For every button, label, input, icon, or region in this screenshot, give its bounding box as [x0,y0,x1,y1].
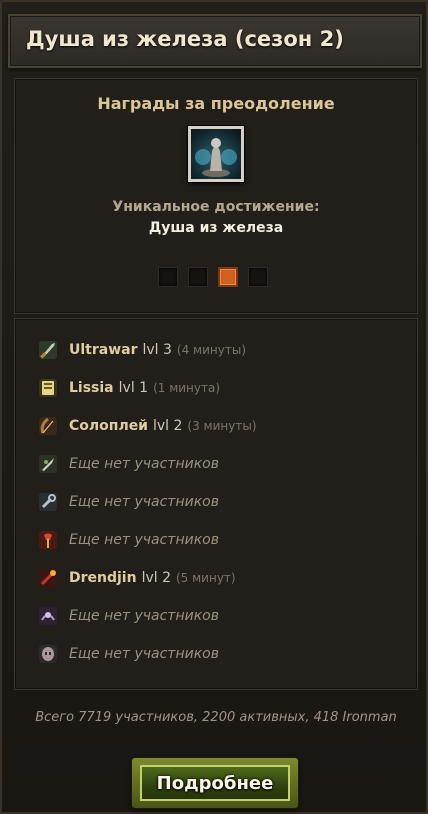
pager-dot[interactable] [248,267,268,287]
no-participants-text: Еще нет участников [69,456,219,472]
player-row[interactable]: Еще нет участников [35,601,219,631]
player-time: (4 минуты) [176,343,246,357]
player-time: (5 минут) [176,571,236,585]
player-row[interactable]: Lissia lvl 1 (1 минута) [35,373,220,403]
player-row[interactable]: Ultrawar lvl 3 (4 минуты) [35,335,246,365]
reward-pager [158,267,268,289]
player-name[interactable]: Lissia [69,380,114,396]
player-row[interactable]: Drendjin lvl 2 (5 минут) [35,563,236,593]
rewards-title: Награды за преодоление [97,94,335,113]
rogue-dagger-icon [35,451,61,477]
player-name[interactable]: Drendjin [69,570,137,586]
no-participants-text: Еще нет участников [69,494,219,510]
player-name[interactable]: Солоплей [69,418,148,434]
player-row[interactable]: Еще нет участников [35,639,219,669]
players-panel: Ultrawar lvl 3 (4 минуты) Lissia lvl 1 (1 мин… [14,318,418,690]
player-time: (3 минуты) [187,419,257,433]
player-level: lvl 2 [153,418,183,434]
participants-stats: Всего 7719 участников, 2200 активных, 41… [35,710,397,725]
achievement-name: Душа из железа [148,220,284,236]
ranger-bow-icon [35,413,61,439]
window-title: Душа из железа (сезон 2) [26,27,344,51]
player-level: lvl 1 [118,380,149,396]
player-level: lvl 2 [141,570,171,586]
achievement-label: Уникальное достижение: [112,199,320,215]
details-button[interactable]: Подробнее [140,765,290,801]
paladin-book-icon [35,375,61,401]
pager-dot[interactable] [158,267,178,287]
rewards-panel: Награды за преодоление Уникальное достиж… [14,78,418,314]
engineer-wrench-icon [35,489,61,515]
player-level: lvl 3 [142,342,172,358]
pager-dot[interactable] [218,267,238,287]
necromancer-claw-icon [35,603,61,629]
player-row[interactable]: Еще нет участников [35,449,219,479]
player-row[interactable]: Солоплей lvl 2 (3 минуты) [35,411,257,441]
player-time: (1 минута) [153,381,221,395]
revenant-mask-icon [35,641,61,667]
details-button-frame: Подробнее [132,758,298,808]
title-bar: Душа из железа (сезон 2) [8,14,422,68]
event-window: Душа из железа (сезон 2) Награды за прео… [0,0,428,814]
achievement-statue-icon[interactable] [188,126,244,182]
warrior-sword-icon [35,337,61,363]
mage-wand-icon [35,565,61,591]
no-participants-text: Еще нет участников [69,646,219,662]
no-participants-text: Еще нет участников [69,608,219,624]
berserker-axe-icon [35,527,61,553]
player-name[interactable]: Ultrawar [69,342,138,358]
no-participants-text: Еще нет участников [69,532,219,548]
player-row[interactable]: Еще нет участников [35,487,219,517]
pager-dot[interactable] [188,267,208,287]
player-row[interactable]: Еще нет участников [35,525,219,555]
